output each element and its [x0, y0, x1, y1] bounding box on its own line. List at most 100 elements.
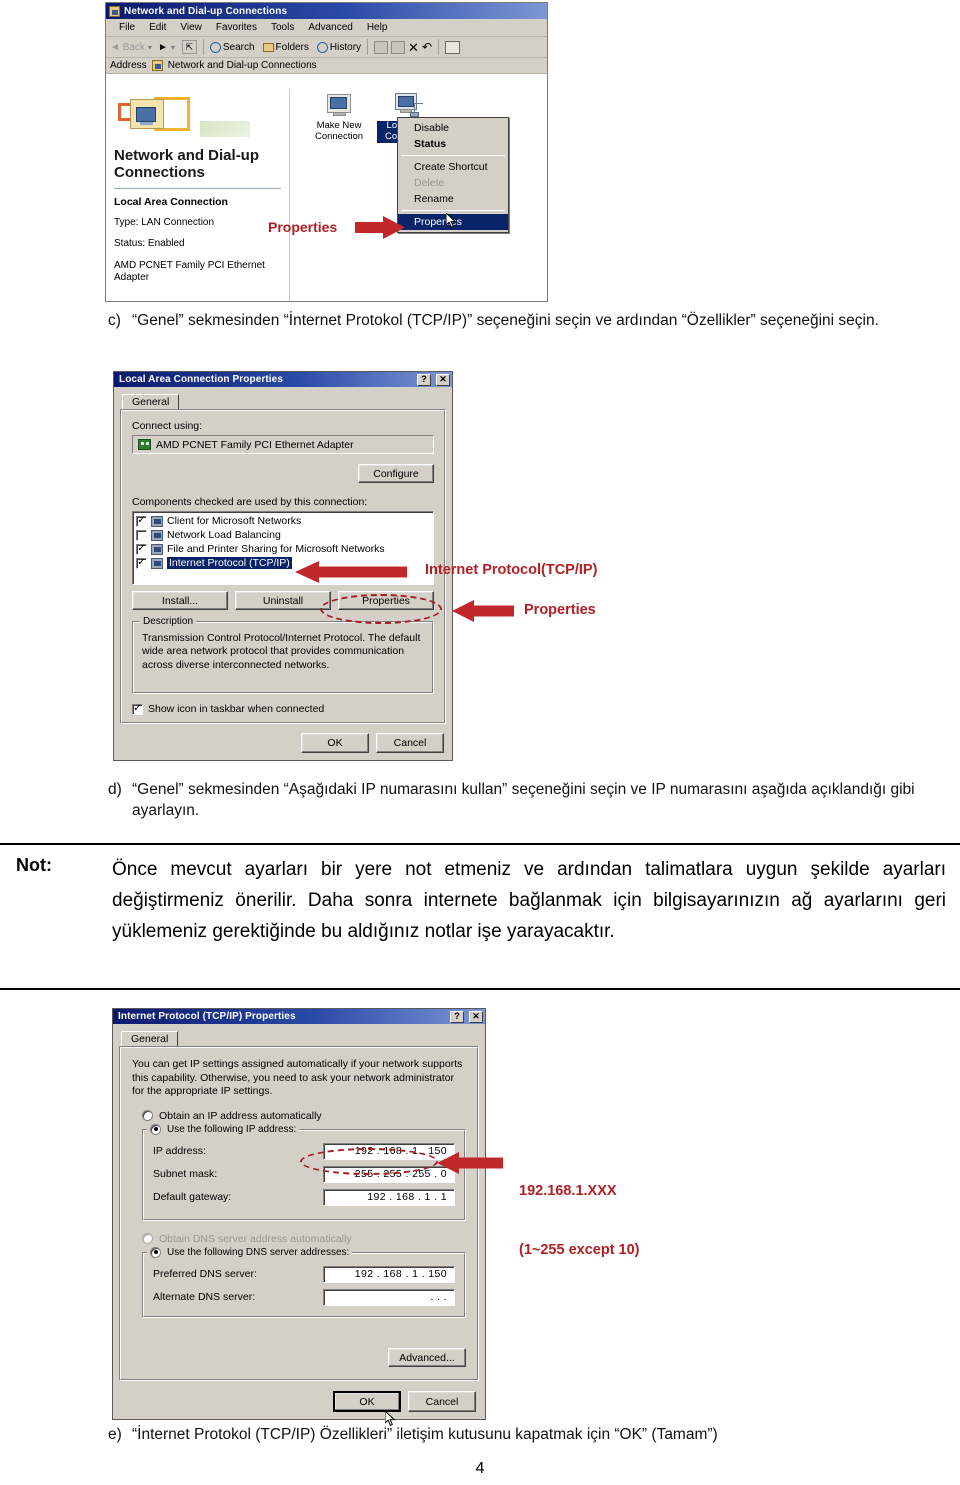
ctx-menu-separator [401, 155, 505, 156]
address-label: Address [110, 60, 147, 71]
tcpip-help-button[interactable]: ? [450, 1010, 464, 1023]
history-button[interactable]: History [316, 41, 361, 53]
tool-bar[interactable]: ◄ Back ▾ ► ▾ ⇱ Search Folders History ✕ … [106, 37, 547, 58]
ip-field-input[interactable]: 192 . 168 . 1 . 1 [323, 1188, 455, 1206]
menu-item-tools[interactable]: Tools [264, 21, 301, 34]
menu-item-favorites[interactable]: Favorites [209, 21, 264, 34]
component-checkbox[interactable]: ✓ [136, 543, 147, 555]
show-icon-checkbox[interactable]: ✓ [132, 703, 143, 715]
step-e-marker: e) [108, 1426, 122, 1443]
configure-button[interactable]: Configure [358, 464, 434, 483]
back-dropdown-icon[interactable]: ▾ [148, 43, 152, 52]
sidebar-connection-name: Local Area Connection [114, 195, 228, 208]
tcpip-cancel-button[interactable]: Cancel [408, 1391, 476, 1412]
menu-item-advanced[interactable]: Advanced [301, 21, 359, 34]
annotation-tcpip-label: Internet Protocol(TCP/IP) [425, 562, 598, 578]
ip-field-label: Alternate DNS server: [153, 1291, 256, 1304]
ctx-menu-item-create-shortcut[interactable]: Create Shortcut [398, 159, 508, 175]
menu-bar[interactable]: File Edit View Favorites Tools Advanced Help [106, 19, 547, 37]
forward-dropdown-icon[interactable]: ▾ [171, 43, 175, 52]
radio-obtain-ip-auto[interactable] [142, 1110, 153, 1122]
views-icon[interactable] [445, 40, 460, 54]
radio-obtain-dns-auto-label: Obtain DNS server address automatically [159, 1232, 352, 1245]
move-to-icon[interactable] [374, 40, 389, 54]
tcpip-tab-general[interactable]: General [121, 1031, 179, 1047]
mouse-pointer [445, 211, 458, 229]
address-bar[interactable]: Address Network and Dial-up Connections [106, 58, 547, 74]
radio-obtain-dns-auto [142, 1233, 153, 1245]
tcpip-title: Internet Protocol (TCP/IP) Properties [118, 1011, 296, 1022]
component-row[interactable]: Network Load Balancing [136, 529, 431, 541]
menu-item-help[interactable]: Help [360, 21, 395, 34]
component-checkbox[interactable]: ✓ [136, 515, 147, 527]
ip-field-input[interactable]: 192 . 168 . 1 . 150 [323, 1265, 455, 1283]
radio-use-following-ip-label: Use the following IP address: [167, 1123, 297, 1135]
radio-use-following-ip[interactable]: Use the following IP address: [147, 1123, 300, 1135]
menu-item-edit[interactable]: Edit [142, 21, 173, 34]
note-rule-top [0, 843, 960, 845]
lac-title: Local Area Connection Properties [119, 374, 283, 385]
annotation-arrow-f1 [355, 216, 405, 244]
ip-field-row[interactable]: Default gateway: 192 . 168 . 1 . 1 [153, 1188, 455, 1206]
component-checkbox[interactable] [136, 529, 147, 541]
undo-icon[interactable]: ↶ [422, 41, 432, 53]
search-button[interactable]: Search [209, 41, 255, 53]
nic-card-icon [138, 439, 151, 450]
ctx-menu-item-rename[interactable]: Rename [398, 191, 508, 207]
tcpip-properties-dialog[interactable]: Internet Protocol (TCP/IP) Properties ? … [112, 1008, 486, 1427]
client-icon [151, 515, 163, 527]
radio-obtain-ip-auto-label: Obtain an IP address automatically [159, 1109, 322, 1122]
address-network-folder-icon [151, 60, 163, 71]
back-button[interactable]: ◄ Back [110, 42, 145, 53]
copy-to-icon[interactable] [391, 40, 406, 54]
radio-use-following-dns-dot[interactable] [150, 1246, 161, 1258]
toolbar-divider-3 [438, 39, 439, 55]
close-icon[interactable]: ✕ [436, 373, 450, 386]
component-row[interactable]: ✓ File and Printer Sharing for Microsoft … [136, 543, 431, 555]
tcpip-ok-button[interactable]: OK [333, 1391, 401, 1412]
forward-button[interactable]: ► [158, 42, 168, 53]
ctx-menu-item-status[interactable]: Status [398, 136, 508, 152]
uninstall-button[interactable]: Uninstall [235, 591, 331, 610]
up-folder-icon[interactable]: ⇱ [181, 40, 197, 54]
menu-item-file[interactable]: File [112, 21, 142, 34]
adapter-field: AMD PCNET Family PCI Ethernet Adapter [132, 435, 434, 454]
network-connections-window[interactable]: Network and Dial-up Connections File Edit… [105, 2, 548, 302]
delete-x-icon[interactable]: ✕ [408, 41, 419, 54]
ctx-menu-item-disable[interactable]: Disable [398, 120, 508, 136]
annotation-properties-label-f2: Properties [524, 602, 596, 618]
lac-cancel-button[interactable]: Cancel [376, 733, 444, 753]
component-checkbox[interactable]: ✓ [136, 557, 147, 569]
note-text: Önce mevcut ayarları bir yere not etmeni… [112, 859, 946, 942]
component-row[interactable]: ✓ Client for Microsoft Networks [136, 515, 431, 527]
ip-field-label: Default gateway: [153, 1191, 232, 1204]
radio-use-following-ip-dot[interactable] [150, 1123, 161, 1135]
window-titlebar: Network and Dial-up Connections [106, 3, 547, 19]
tcpip-close-icon[interactable]: ✕ [469, 1010, 483, 1023]
help-button[interactable]: ? [417, 373, 431, 386]
make-new-connection-item[interactable]: Make New Connection [307, 93, 371, 143]
menu-item-view[interactable]: View [173, 21, 209, 34]
annotation-arrow-properties-f2 [452, 600, 514, 627]
ctx-menu-separator [401, 210, 505, 211]
sidebar-divider [114, 187, 281, 189]
advanced-button[interactable]: Advanced... [388, 1348, 466, 1367]
local-area-connection-icon [394, 93, 424, 119]
service-icon [151, 529, 163, 541]
ip-field-row[interactable]: Preferred DNS server: 192 . 168 . 1 . 150 [153, 1265, 455, 1283]
description-text: Transmission Control Protocol/Internet P… [142, 632, 421, 671]
step-e-text: “İnternet Protokol (TCP/IP) Özellikleri”… [132, 1426, 718, 1443]
step-c-text: “Genel” sekmesinden “İnternet Protokol (… [132, 312, 879, 329]
tab-general[interactable]: General [122, 394, 180, 410]
radio-use-following-dns[interactable]: Use the following DNS server addresses: [147, 1246, 353, 1258]
folders-button[interactable]: Folders [262, 42, 309, 53]
ip-field-label: Preferred DNS server: [153, 1268, 257, 1281]
ip-field-input[interactable]: . . . [323, 1288, 455, 1306]
annotation-ip-line2: (1~255 except 10) [519, 1241, 640, 1258]
lac-ok-button[interactable]: OK [301, 733, 369, 753]
address-value: Network and Dial-up Connections [167, 60, 317, 71]
radio-use-following-dns-label: Use the following DNS server addresses: [167, 1246, 350, 1258]
annotation-arrow-tcpip [295, 561, 407, 588]
install-button[interactable]: Install... [132, 591, 228, 610]
ip-field-row[interactable]: Alternate DNS server: . . . [153, 1288, 455, 1306]
